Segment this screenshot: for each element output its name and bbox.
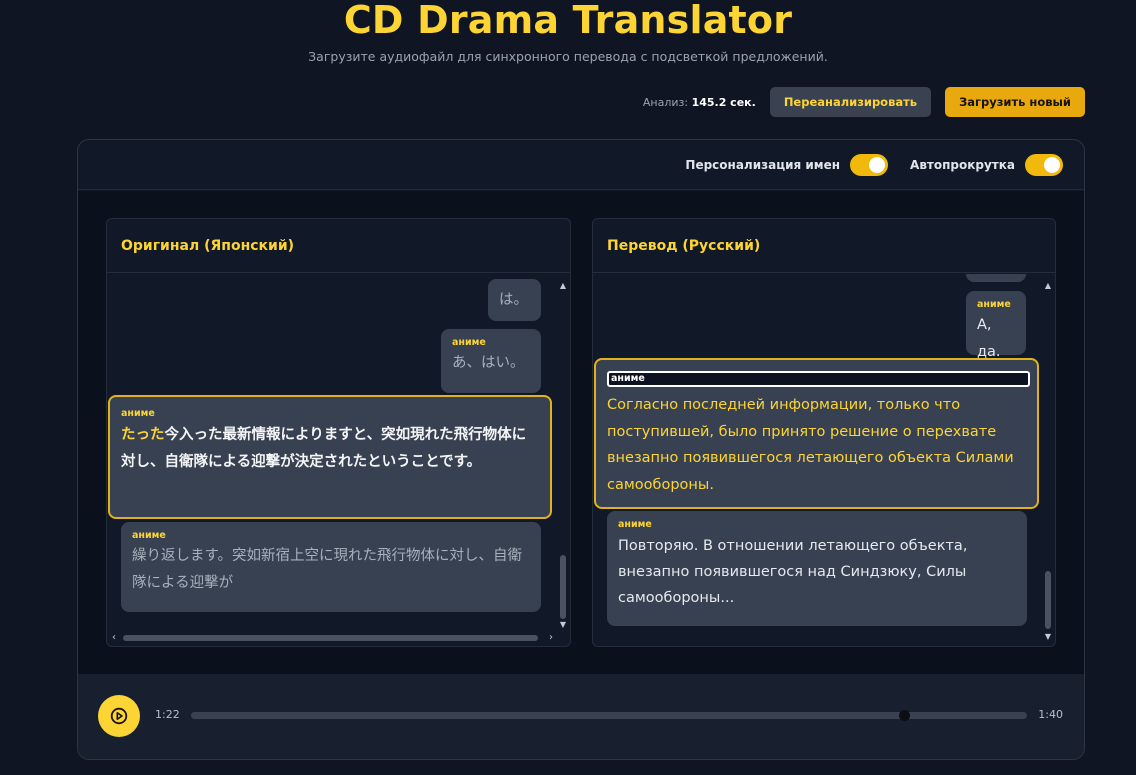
original-lines-list[interactable]: は。 аниме あ、はい。 аниме たった今入った最新情報によりますと、突…	[107, 274, 556, 630]
main-card: Персонализация имен Автопрокрутка Оригин…	[77, 139, 1085, 760]
upload-new-button[interactable]: Загрузить новый	[945, 87, 1085, 117]
line-speaker: аниме	[977, 299, 1011, 310]
play-icon	[110, 707, 128, 725]
translation-line-1[interactable]: аниме А, да.	[966, 291, 1026, 360]
scroll-right-icon[interactable]: ›	[546, 632, 556, 644]
original-panel-title: Оригинал (Японский)	[107, 219, 570, 273]
line-speaker: аниме	[132, 530, 166, 541]
translation-panel: Перевод (Русский) аниме А, да. аниме Сог…	[592, 218, 1056, 647]
translation-lines-list[interactable]: аниме А, да. аниме Согласно последней ин…	[593, 274, 1041, 646]
analysis-label: Анализ:	[642, 95, 689, 109]
highlighted-word: たった	[121, 427, 165, 443]
horizontal-scroll-thumb[interactable]	[123, 635, 538, 641]
speaker-name-input[interactable]: аниме	[607, 371, 1030, 387]
translation-vertical-scrollbar[interactable]: ▲ ▼	[1043, 281, 1053, 642]
original-line-2[interactable]: аниме あ、はい。	[441, 329, 541, 393]
line-text: Согласно последней информации, только чт…	[607, 397, 1014, 493]
original-line-active[interactable]: аниме たった今入った最新情報によりますと、突如現れた飛行物体に対し、自衛隊…	[108, 395, 552, 519]
current-time: 1:22	[155, 708, 180, 721]
line-speaker: аниме	[452, 337, 486, 348]
panels-area: Оригинал (Японский) は。 аниме あ、はい。 аниме…	[78, 191, 1084, 676]
play-button[interactable]	[98, 695, 140, 737]
line-text: は。	[499, 292, 528, 308]
autoscroll-toggle[interactable]	[1025, 153, 1063, 176]
autoscroll-label: Автопрокрутка	[910, 157, 1015, 172]
scroll-up-icon[interactable]: ▲	[558, 281, 568, 291]
progress-handle[interactable]	[898, 710, 910, 721]
settings-bar: Персонализация имен Автопрокрутка	[78, 140, 1084, 190]
name-personalization-label: Персонализация имен	[685, 157, 841, 172]
line-text: Повторяю. В отношении летающего объекта,…	[618, 538, 968, 606]
scroll-down-icon[interactable]: ▼	[558, 620, 568, 630]
original-panel: Оригинал (Японский) は。 аниме あ、はい。 аниме…	[106, 218, 571, 647]
original-line-1[interactable]: は。	[488, 279, 541, 321]
line-text: あ、はい。	[452, 355, 525, 371]
toolbar: Анализ: 145.2 сек. Переанализировать Заг…	[643, 87, 1085, 117]
reanalyze-button[interactable]: Переанализировать	[769, 87, 932, 117]
app-subtitle: Загрузите аудиофайл для синхронного пере…	[308, 49, 828, 64]
scroll-down-icon[interactable]: ▼	[1043, 632, 1053, 642]
name-personalization-toggle[interactable]	[850, 153, 889, 176]
original-line-4[interactable]: аниме 繰り返します。突如新宿上空に現れた飛行物体に対し、自衛隊による迎撃が	[121, 522, 541, 612]
scroll-left-icon[interactable]: ‹	[109, 632, 119, 644]
progress-slider[interactable]	[191, 710, 1027, 721]
line-text-rest: 今入った最新情報によりますと、突如現れた飛行物体に対し、自衛隊による迎撃が決定さ…	[121, 427, 527, 470]
line-text: 繰り返します。突如新宿上空に現れた飛行物体に対し、自衛隊による迎撃が	[132, 548, 523, 591]
translation-line-3[interactable]: аниме Повторяю. В отношении летающего об…	[607, 511, 1027, 626]
analysis-value: 145.2 сек.	[691, 95, 756, 109]
line-text: たった今入った最新情報によりますと、突如現れた飛行物体に対し、自衛隊による迎撃が…	[121, 422, 539, 476]
autoscroll-setting: Автопрокрутка	[910, 153, 1063, 176]
line-speaker: аниме	[121, 408, 155, 419]
translation-line-active[interactable]: аниме Согласно последней информации, тол…	[594, 358, 1039, 509]
scroll-thumb[interactable]	[560, 555, 566, 619]
scroll-thumb[interactable]	[1045, 571, 1051, 629]
audio-player: 1:22 1:40	[78, 674, 1084, 759]
app-title: CD Drama Translator	[343, 0, 793, 42]
analysis-info: Анализ: 145.2 сек.	[643, 96, 756, 109]
original-vertical-scrollbar[interactable]: ▲ ▼	[558, 281, 568, 630]
name-personalization-setting: Персонализация имен	[685, 153, 889, 176]
translation-line-prev[interactable]	[966, 274, 1026, 282]
original-horizontal-scrollbar[interactable]: ‹ ›	[109, 632, 556, 644]
scroll-up-icon[interactable]: ▲	[1043, 281, 1053, 291]
line-speaker: аниме	[618, 519, 652, 530]
total-time: 1:40	[1038, 708, 1063, 721]
translation-panel-title: Перевод (Русский)	[593, 219, 1055, 273]
